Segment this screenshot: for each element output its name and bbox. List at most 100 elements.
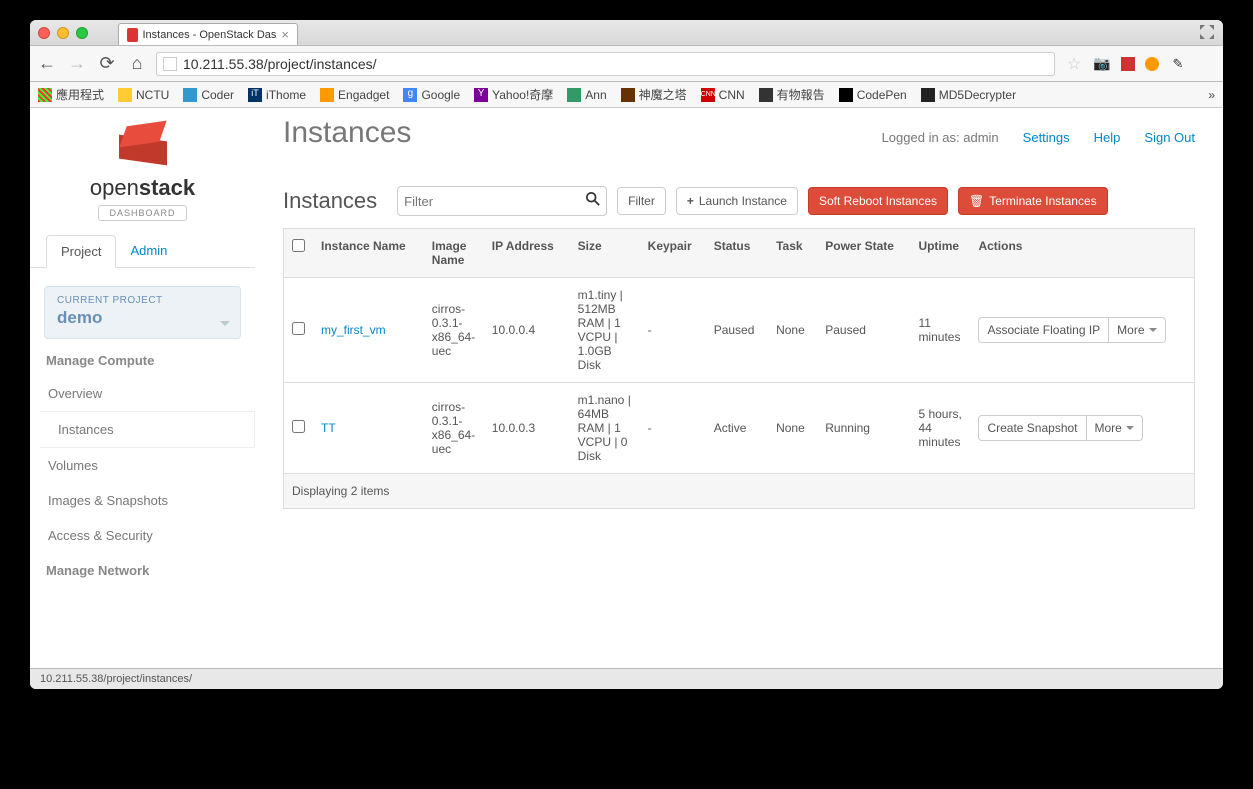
browser-tab[interactable]: Instances - OpenStack Das × bbox=[118, 23, 298, 45]
cell-ip: 10.0.0.4 bbox=[484, 278, 570, 383]
tab-project[interactable]: Project bbox=[46, 235, 116, 268]
instance-link[interactable]: my_first_vm bbox=[321, 323, 386, 337]
bookmark-item[interactable]: 應用程式 bbox=[38, 86, 104, 103]
cell-status: Active bbox=[706, 383, 768, 474]
reload-button[interactable]: ⟳ bbox=[98, 53, 116, 74]
bookmark-item[interactable]: 神魔之塔 bbox=[621, 86, 687, 103]
bookmark-item[interactable]: Coder bbox=[183, 88, 234, 102]
bookmark-item[interactable]: NCTU bbox=[118, 88, 169, 102]
sidebar-item-volumes[interactable]: Volumes bbox=[30, 448, 255, 483]
chevron-down-icon bbox=[220, 321, 230, 326]
bookmark-item[interactable]: gGoogle bbox=[403, 88, 460, 102]
cell-image: cirros-0.3.1-x86_64-uec bbox=[424, 383, 484, 474]
bookmark-item[interactable]: 有物報告 bbox=[759, 86, 825, 103]
col-instance-name: Instance Name bbox=[313, 229, 424, 278]
help-link[interactable]: Help bbox=[1094, 130, 1121, 145]
col-image-name: Image Name bbox=[424, 229, 484, 278]
cell-keypair: - bbox=[640, 278, 706, 383]
terminate-button[interactable]: 🗑Terminate Instances bbox=[958, 187, 1108, 215]
cell-status: Paused bbox=[706, 278, 768, 383]
openstack-logo-icon bbox=[113, 124, 173, 168]
openstack-favicon-icon bbox=[127, 28, 138, 42]
page-icon bbox=[163, 57, 177, 71]
cell-uptime: 11 minutes bbox=[910, 278, 970, 383]
launch-instance-button[interactable]: +Launch Instance bbox=[676, 187, 798, 215]
sign-out-link[interactable]: Sign Out bbox=[1144, 130, 1195, 145]
zoom-window-button[interactable] bbox=[76, 27, 88, 39]
settings-link[interactable]: Settings bbox=[1023, 130, 1070, 145]
table-row: my_first_vm cirros-0.3.1-x86_64-uec 10.0… bbox=[284, 278, 1195, 383]
main-content: Instances Logged in as: admin Settings H… bbox=[255, 108, 1223, 668]
instances-table: Instance Name Image Name IP Address Size… bbox=[283, 228, 1195, 509]
row-action-button[interactable]: Create Snapshot bbox=[978, 415, 1086, 441]
project-label: CURRENT PROJECT bbox=[57, 295, 228, 306]
home-button[interactable]: ⌂ bbox=[128, 53, 146, 74]
sidebar-item-images-snapshots[interactable]: Images & Snapshots bbox=[30, 483, 255, 518]
window-titlebar: Instances - OpenStack Das × bbox=[30, 20, 1223, 46]
filter-input[interactable] bbox=[404, 194, 586, 209]
url-toolbar: ← → ⟳ ⌂ 10.211.55.38/project/instances/ … bbox=[30, 46, 1223, 82]
eyedropper-icon[interactable]: ✎ bbox=[1169, 55, 1187, 73]
cell-ip: 10.0.0.3 bbox=[484, 383, 570, 474]
nav-section-network: Manage Network bbox=[30, 563, 255, 578]
cell-task: None bbox=[768, 278, 817, 383]
cell-keypair: - bbox=[640, 383, 706, 474]
tab-admin[interactable]: Admin bbox=[116, 235, 181, 267]
sidebar-item-overview[interactable]: Overview bbox=[30, 376, 255, 411]
bookmark-item[interactable]: Engadget bbox=[320, 88, 389, 102]
sidebar-item-access-security[interactable]: Access & Security bbox=[30, 518, 255, 553]
cell-task: None bbox=[768, 383, 817, 474]
col-status: Status bbox=[706, 229, 768, 278]
col-uptime: Uptime bbox=[910, 229, 970, 278]
chevron-down-icon bbox=[1149, 328, 1157, 332]
cell-power: Paused bbox=[817, 278, 910, 383]
forward-button[interactable]: → bbox=[68, 53, 86, 74]
bookmark-item[interactable]: MD5Decrypter bbox=[921, 88, 1016, 102]
project-selector[interactable]: CURRENT PROJECT demo bbox=[44, 286, 241, 339]
table-footer: Displaying 2 items bbox=[284, 474, 1195, 509]
bookmark-item[interactable]: YYahoo!奇摩 bbox=[474, 86, 553, 103]
logged-in-text: Logged in as: admin bbox=[882, 130, 999, 145]
close-tab-icon[interactable]: × bbox=[281, 27, 289, 42]
sidebar: openstack DASHBOARD Project Admin CURREN… bbox=[30, 108, 255, 668]
tab-title: Instances - OpenStack Das bbox=[143, 29, 277, 41]
table-header-row: Instance Name Image Name IP Address Size… bbox=[284, 229, 1195, 278]
menu-icon[interactable] bbox=[1197, 55, 1215, 73]
cell-size: m1.tiny | 512MB RAM | 1 VCPU | 1.0GB Dis… bbox=[570, 278, 640, 383]
bookmark-item[interactable]: CNNCNN bbox=[701, 88, 745, 102]
instance-link[interactable]: TT bbox=[321, 421, 336, 435]
row-action-button[interactable]: Associate Floating IP bbox=[978, 317, 1109, 343]
fullscreen-icon[interactable] bbox=[1199, 24, 1215, 40]
camera-icon[interactable]: 📷 bbox=[1093, 55, 1111, 73]
col-task: Task bbox=[768, 229, 817, 278]
brand-subtitle: DASHBOARD bbox=[98, 205, 186, 221]
cell-power: Running bbox=[817, 383, 910, 474]
close-window-button[interactable] bbox=[38, 27, 50, 39]
sidebar-item-instances[interactable]: Instances bbox=[40, 411, 255, 448]
filter-input-wrap bbox=[397, 186, 607, 216]
bookmark-star-icon[interactable]: ☆ bbox=[1065, 55, 1083, 73]
cell-uptime: 5 hours, 44 minutes bbox=[910, 383, 970, 474]
bookmark-item[interactable]: Ann bbox=[567, 88, 606, 102]
row-action-more[interactable]: More bbox=[1109, 317, 1165, 343]
minimize-window-button[interactable] bbox=[57, 27, 69, 39]
filter-button[interactable]: Filter bbox=[617, 187, 666, 215]
col-keypair: Keypair bbox=[640, 229, 706, 278]
row-action-more[interactable]: More bbox=[1087, 415, 1143, 441]
plus-icon: + bbox=[687, 194, 694, 208]
row-checkbox[interactable] bbox=[292, 322, 305, 335]
bookmark-overflow-icon[interactable]: » bbox=[1208, 88, 1215, 102]
bookmark-item[interactable]: iTiThome bbox=[248, 88, 306, 102]
col-actions: Actions bbox=[970, 229, 1194, 278]
bookmark-item[interactable]: CodePen bbox=[839, 88, 907, 102]
address-bar[interactable]: 10.211.55.38/project/instances/ bbox=[156, 52, 1055, 76]
search-icon[interactable] bbox=[586, 192, 600, 210]
extension-icon[interactable] bbox=[1121, 57, 1135, 71]
project-name: demo bbox=[57, 308, 228, 328]
select-all-checkbox[interactable] bbox=[292, 239, 305, 252]
row-checkbox[interactable] bbox=[292, 420, 305, 433]
extension-icon-2[interactable] bbox=[1145, 57, 1159, 71]
back-button[interactable]: ← bbox=[38, 53, 56, 74]
section-title: Instances bbox=[283, 188, 377, 214]
soft-reboot-button[interactable]: Soft Reboot Instances bbox=[808, 187, 948, 215]
